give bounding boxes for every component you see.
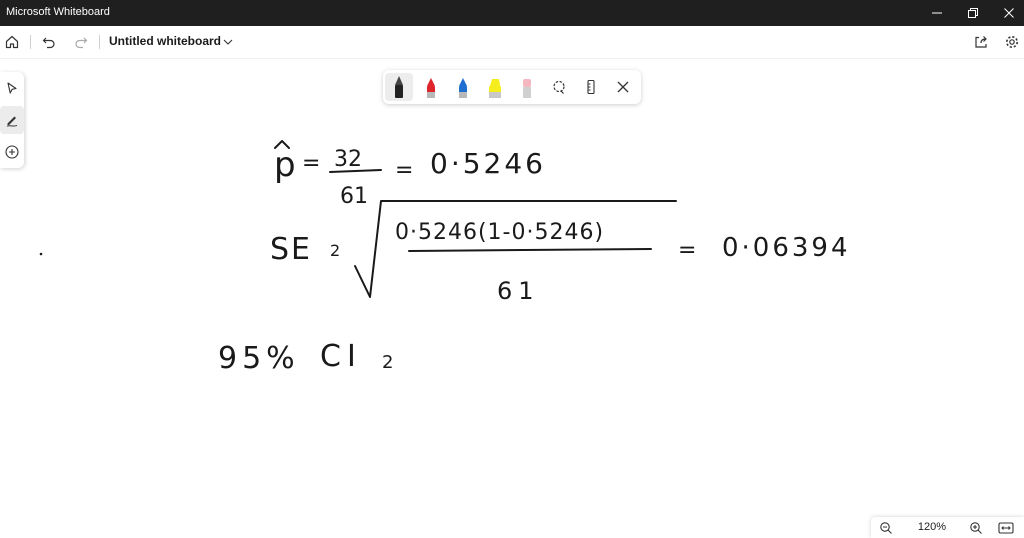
- phat-denominator: 61: [340, 184, 368, 209]
- red-pen-icon: [427, 78, 435, 98]
- eraser-icon: [523, 79, 531, 98]
- redo-icon: [75, 37, 88, 49]
- eraser-button[interactable]: [513, 73, 541, 101]
- home-icon: [5, 35, 19, 49]
- zoom-controls: 120%: [871, 517, 1024, 538]
- undo-icon: [42, 37, 55, 49]
- black-pen-button[interactable]: [385, 73, 413, 101]
- hat-stroke: [274, 140, 290, 149]
- gear-icon: [1006, 36, 1018, 48]
- fit-width-icon: [998, 522, 1014, 534]
- restore-icon: [968, 8, 978, 18]
- inking-tool-button[interactable]: [0, 106, 24, 134]
- se-value: 0·06394: [722, 233, 851, 263]
- phat-symbol: p: [274, 145, 296, 185]
- ruler-icon: [587, 79, 595, 95]
- stray-ink-dot: [39, 252, 43, 256]
- redo-button[interactable]: [69, 30, 93, 54]
- lasso-icon: [553, 80, 565, 94]
- plus-circle-icon: [5, 145, 19, 159]
- zoom-in-button[interactable]: [965, 518, 987, 538]
- close-window-button[interactable]: [991, 0, 1024, 26]
- board-title-menu-button[interactable]: [216, 30, 240, 54]
- share-button[interactable]: [969, 30, 993, 54]
- phat-fraction-bar: [329, 169, 382, 173]
- window-title: Microsoft Whiteboard: [6, 6, 110, 18]
- select-tool-button[interactable]: [0, 74, 24, 102]
- zoom-level[interactable]: 120%: [914, 521, 950, 533]
- undo-button[interactable]: [37, 30, 61, 54]
- inking-toolbar: [383, 70, 641, 104]
- se-denominator: 61: [497, 277, 540, 305]
- highlighter-button[interactable]: [481, 73, 509, 101]
- minimize-icon: [932, 12, 942, 14]
- home-button[interactable]: [0, 30, 24, 54]
- lasso-select-button[interactable]: [545, 73, 573, 101]
- zoom-out-icon: [880, 522, 892, 534]
- highlighter-icon: [489, 79, 501, 98]
- red-pen-button[interactable]: [417, 73, 445, 101]
- se-equals: 2: [330, 241, 340, 260]
- board-title[interactable]: Untitled whiteboard: [109, 34, 221, 48]
- close-inking-button[interactable]: [609, 73, 637, 101]
- pointer-icon: [7, 82, 17, 94]
- se-label: SE: [270, 232, 312, 267]
- pen-icon: [6, 116, 18, 127]
- minimize-button[interactable]: [919, 0, 955, 26]
- close-icon: [617, 81, 629, 93]
- left-toolbar: [0, 72, 24, 168]
- blue-pen-icon: [459, 78, 467, 98]
- restore-button[interactable]: [955, 0, 991, 26]
- black-pen-icon: [395, 76, 403, 98]
- app-bar: Untitled whiteboard: [0, 26, 1024, 59]
- blue-pen-button[interactable]: [449, 73, 477, 101]
- zoom-out-button[interactable]: [875, 518, 897, 538]
- chevron-down-icon: [223, 39, 233, 45]
- phat-equals-1: =: [302, 151, 320, 176]
- share-icon: [975, 36, 987, 48]
- close-icon: [1004, 8, 1014, 18]
- ci-equals: 2: [382, 352, 393, 373]
- appbar-divider: [99, 35, 100, 49]
- phat-value: 0·5246: [430, 147, 546, 180]
- add-button[interactable]: [0, 138, 24, 166]
- ruler-button[interactable]: [577, 73, 605, 101]
- se-numerator: 0·5246(1-0·5246): [395, 220, 604, 245]
- phat-equals-2: =: [395, 158, 413, 183]
- title-bar: Microsoft Whiteboard: [0, 0, 1024, 26]
- ci-percent: 95%: [218, 341, 300, 376]
- settings-button[interactable]: [1000, 30, 1024, 54]
- ci-label: CI: [320, 339, 362, 374]
- phat-numerator: 32: [334, 147, 362, 172]
- zoom-in-icon: [970, 522, 982, 534]
- se-fraction-bar: [408, 248, 652, 252]
- fit-to-screen-button[interactable]: [995, 518, 1017, 538]
- radical-sign: [354, 200, 677, 298]
- appbar-divider: [30, 35, 31, 49]
- se-equals-2: =: [678, 238, 696, 263]
